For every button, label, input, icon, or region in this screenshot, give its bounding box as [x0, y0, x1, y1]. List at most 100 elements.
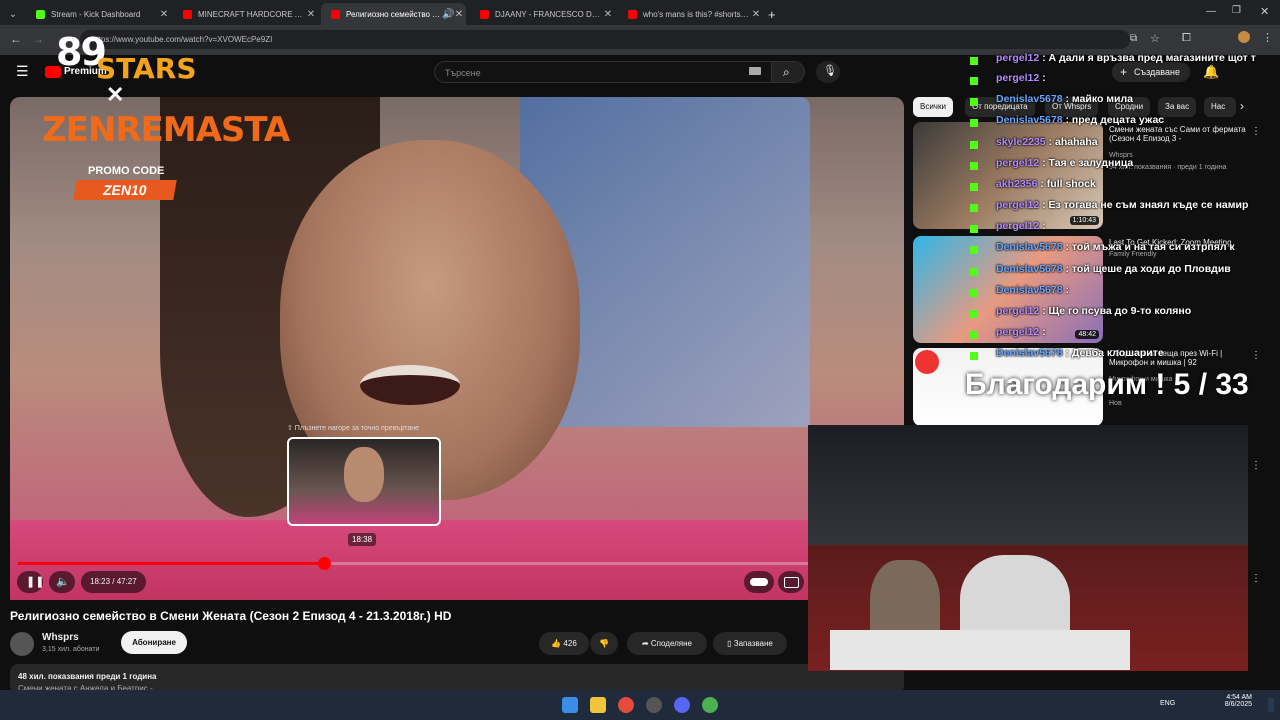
- minimize-icon[interactable]: —: [1206, 6, 1216, 17]
- chat-message: pergel12 :: [996, 326, 1046, 338]
- channel-name[interactable]: Whsprs: [42, 632, 79, 643]
- clock-date: 8/6/2025: [1224, 701, 1252, 708]
- chat-username: Denislav5678: [996, 241, 1063, 253]
- obs-icon[interactable]: [646, 697, 662, 713]
- tab-search-button[interactable]: ⌄: [2, 3, 24, 25]
- chip-more[interactable]: Нас: [1204, 97, 1236, 117]
- recommended-title[interactable]: Смени жената със Сами от фермата (Сезон …: [1109, 125, 1249, 143]
- chat-text: : ahahaha: [1048, 136, 1098, 148]
- window-close-icon[interactable]: ✕: [1260, 5, 1269, 18]
- more-actions-icon[interactable]: ⋮: [1251, 460, 1261, 471]
- tab-djaany[interactable]: DJAANY - FRANCESCO DINERO ✕: [470, 3, 615, 25]
- promo-code: ZEN10: [73, 180, 177, 200]
- channel-avatar[interactable]: [10, 632, 34, 656]
- chat-message: Denislav5678 : Девба клошарите: [996, 347, 1164, 359]
- keyboard-icon[interactable]: [749, 67, 761, 75]
- extensions-icon[interactable]: ⧠: [1182, 32, 1191, 45]
- plus-icon: +: [1120, 65, 1128, 79]
- chat-username: pergel12: [996, 220, 1040, 232]
- subtitles-icon: [784, 577, 799, 588]
- episode-badge: [915, 350, 939, 374]
- discord-icon[interactable]: [674, 697, 690, 713]
- system-clock[interactable]: 4:54 AM 8/6/2025: [1222, 694, 1252, 708]
- bookmark-star-icon[interactable]: ☆: [1150, 32, 1160, 45]
- start-menu-icon[interactable]: [562, 697, 578, 713]
- save-button[interactable]: ▯ Запазване: [713, 632, 787, 655]
- maximize-icon[interactable]: ❐: [1232, 5, 1241, 16]
- search-button[interactable]: ⌕: [771, 61, 805, 83]
- tab-title: DJAANY - FRANCESCO DINERO: [495, 9, 601, 19]
- video-title: Религиозно семейство в Смени Жената (Сез…: [10, 609, 452, 623]
- new-tab-button[interactable]: +: [768, 3, 788, 25]
- url-field[interactable]: https://www.youtube.com/watch?v=XVOWEcPe…: [80, 30, 1130, 49]
- install-icon[interactable]: ⧉: [1130, 33, 1137, 44]
- close-icon[interactable]: ✕: [749, 9, 763, 20]
- close-icon[interactable]: ✕: [304, 9, 318, 20]
- chevron-right-icon[interactable]: ›: [1240, 99, 1244, 113]
- chat-text: :: [1042, 326, 1046, 338]
- like-button[interactable]: 👍 426: [539, 632, 589, 655]
- language-indicator[interactable]: ENG: [1160, 700, 1175, 707]
- chat-username: pergel12: [996, 157, 1040, 169]
- pause-button[interactable]: ❚❚: [17, 571, 45, 593]
- profile-avatar[interactable]: [1238, 31, 1250, 43]
- menu-dots-icon[interactable]: ⋮: [1262, 31, 1273, 44]
- chat-username: pergel12: [996, 199, 1040, 211]
- tab-title: MINECRAFT HARDCORE ALL B: [198, 9, 304, 19]
- chip-all[interactable]: Всички: [913, 97, 953, 117]
- more-actions-icon[interactable]: ⋮: [1251, 126, 1261, 137]
- subscribe-button[interactable]: Абониране: [121, 631, 187, 654]
- more-actions-icon[interactable]: ⋮: [1251, 350, 1261, 361]
- tab-current-video[interactable]: Религиозно семейство в С 🔊 ✕: [321, 3, 466, 25]
- create-label: Създаване: [1134, 67, 1180, 77]
- notifications-bell-icon[interactable]: 🔔: [1203, 64, 1219, 80]
- tab-title: who's mans is this? #shorts #s: [643, 9, 749, 19]
- tab-title: Религиозно семейство в С: [346, 9, 442, 19]
- close-icon[interactable]: ✕: [601, 9, 615, 20]
- chat-message: pergel12 : Ще го псува до 9-то коляно: [996, 305, 1191, 317]
- voice-search-button[interactable]: 🎙: [816, 61, 840, 83]
- chat-text: : Ще го псува до 9-то коляно: [1042, 305, 1192, 317]
- webcam-desk: [830, 630, 1130, 670]
- kick-badge-icon: [970, 204, 978, 212]
- chrome-icon[interactable]: [618, 697, 634, 713]
- app-icon[interactable]: [702, 697, 718, 713]
- dislike-button[interactable]: 👎: [590, 632, 618, 655]
- os-taskbar: [0, 690, 1280, 720]
- create-button[interactable]: + Създаване: [1112, 62, 1190, 82]
- chat-message: Denislav5678 : той щеше да ходи до Пловд…: [996, 263, 1231, 275]
- pause-icon: ❚❚: [26, 576, 45, 588]
- youtube-icon: [480, 9, 489, 19]
- channel-subscribers: 3,15 хил. абонати: [42, 646, 100, 653]
- close-icon[interactable]: ✕: [452, 9, 466, 20]
- tab-kick-dashboard[interactable]: Stream - Kick Dashboard ✕: [26, 3, 171, 25]
- chat-message: pergel12 :: [996, 220, 1046, 232]
- more-actions-icon[interactable]: ⋮: [1251, 573, 1261, 584]
- progress-scrubber-handle[interactable]: [318, 557, 331, 570]
- chat-message: Denislav5678 : майко мила: [996, 93, 1133, 105]
- search-input[interactable]: Търсене: [434, 61, 772, 83]
- show-desktop-button[interactable]: [1268, 698, 1274, 712]
- kick-badge-icon: [970, 141, 978, 149]
- mute-button[interactable]: 🔈: [49, 571, 75, 593]
- duration-badge: 1:10:43: [1069, 216, 1099, 225]
- chat-text: :: [1065, 284, 1069, 296]
- tab-minecraft[interactable]: MINECRAFT HARDCORE ALL B ✕: [173, 3, 318, 25]
- back-icon[interactable]: ←: [10, 32, 22, 46]
- file-explorer-icon[interactable]: [590, 697, 606, 713]
- chat-username: pergel12: [996, 305, 1040, 317]
- address-bar-row: ← → https://www.youtube.com/watch?v=XVOW…: [0, 25, 1280, 55]
- scrub-preview-thumbnail: [287, 437, 441, 526]
- youtube-icon: [331, 9, 340, 19]
- forward-icon[interactable]: →: [32, 32, 44, 46]
- subtitles-button[interactable]: [778, 571, 804, 593]
- close-icon[interactable]: ✕: [157, 9, 171, 20]
- tab-title: Stream - Kick Dashboard: [51, 9, 141, 19]
- autoplay-toggle[interactable]: [744, 571, 774, 593]
- kick-badge-icon: [970, 246, 978, 254]
- kick-icon: [36, 9, 45, 19]
- share-button[interactable]: ➦ Споделяне: [627, 632, 707, 655]
- plus-icon: +: [768, 6, 776, 22]
- tab-shorts[interactable]: who's mans is this? #shorts #s ✕: [618, 3, 763, 25]
- hamburger-menu-icon[interactable]: ☰: [16, 63, 29, 80]
